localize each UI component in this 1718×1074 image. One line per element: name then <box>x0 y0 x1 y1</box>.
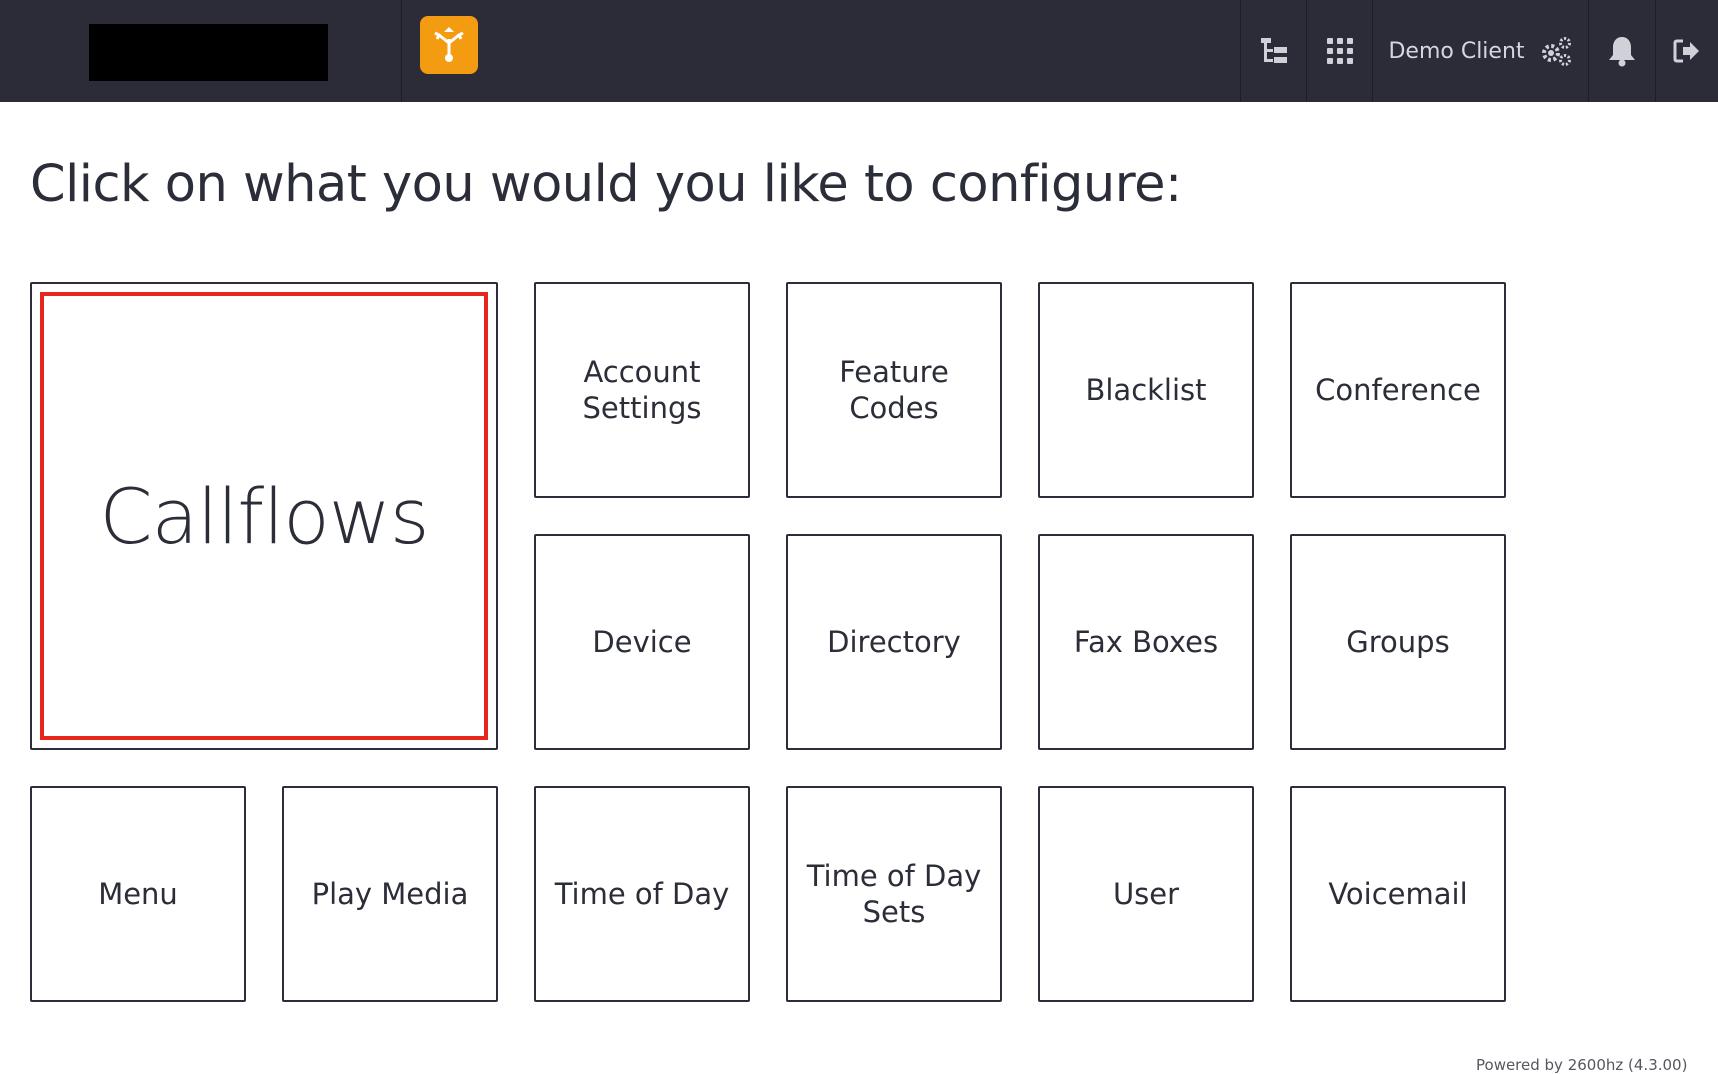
client-name: Demo Client <box>1388 38 1525 64</box>
tile-callflows-label: Callflows <box>99 471 430 561</box>
bell-icon <box>1609 37 1635 67</box>
tile-label: Feature Codes <box>839 355 949 425</box>
tile-label: Menu <box>98 877 178 911</box>
navbar-divider <box>401 0 402 102</box>
tile-account-settings[interactable]: Account Settings <box>534 282 750 498</box>
tile-device[interactable]: Device <box>534 534 750 750</box>
tile-conference[interactable]: Conference <box>1290 282 1506 498</box>
tile-callflows[interactable]: Callflows <box>30 282 498 750</box>
brand-logo[interactable] <box>89 24 328 81</box>
tile-time-of-day[interactable]: Time of Day <box>534 786 750 1002</box>
tile-label: Blacklist <box>1085 373 1207 407</box>
app-launcher-button[interactable] <box>1307 0 1372 102</box>
powered-by-footer: Powered by 2600hz (4.3.00) <box>1476 1056 1688 1074</box>
tile-label: Device <box>592 625 692 659</box>
callflow-app-icon[interactable] <box>420 16 478 74</box>
callflow-icon <box>434 27 464 62</box>
tile-feature-codes[interactable]: Feature Codes <box>786 282 1002 498</box>
tile-label: Groups <box>1346 625 1450 659</box>
account-tree-icon <box>1260 38 1287 63</box>
tile-label: User <box>1112 877 1180 911</box>
tile-label: Play Media <box>311 877 469 911</box>
tile-label: Conference <box>1315 373 1481 407</box>
tile-directory[interactable]: Directory <box>786 534 1002 750</box>
tile-play-media[interactable]: Play Media <box>282 786 498 1002</box>
tile-label: Time of Day Sets <box>806 859 982 929</box>
gears-icon <box>1541 37 1571 66</box>
tile-blacklist[interactable]: Blacklist <box>1038 282 1254 498</box>
account-tree-button[interactable] <box>1241 0 1306 102</box>
tile-groups[interactable]: Groups <box>1290 534 1506 750</box>
tile-label: Voicemail <box>1328 877 1468 911</box>
app-grid-icon <box>1326 38 1353 64</box>
tile-time-of-day-sets[interactable]: Time of Day Sets <box>786 786 1002 1002</box>
tile-voicemail[interactable]: Voicemail <box>1290 786 1506 1002</box>
tile-callflows-highlight: Callflows <box>40 292 488 740</box>
tile-fax-boxes[interactable]: Fax Boxes <box>1038 534 1254 750</box>
page-title: Click on what you would you like to conf… <box>30 155 1182 214</box>
tile-label: Directory <box>827 625 961 659</box>
tile-label: Time of Day <box>554 877 730 911</box>
tile-label: Fax Boxes <box>1073 625 1219 659</box>
logout-button[interactable] <box>1656 0 1718 102</box>
top-navbar: Demo Client <box>0 0 1718 102</box>
notifications-button[interactable] <box>1589 0 1655 102</box>
tile-label: Account Settings <box>582 355 702 425</box>
tile-user[interactable]: User <box>1038 786 1254 1002</box>
tile-menu[interactable]: Menu <box>30 786 246 1002</box>
sign-out-icon <box>1673 39 1699 63</box>
client-settings-button[interactable]: Demo Client <box>1373 0 1588 102</box>
